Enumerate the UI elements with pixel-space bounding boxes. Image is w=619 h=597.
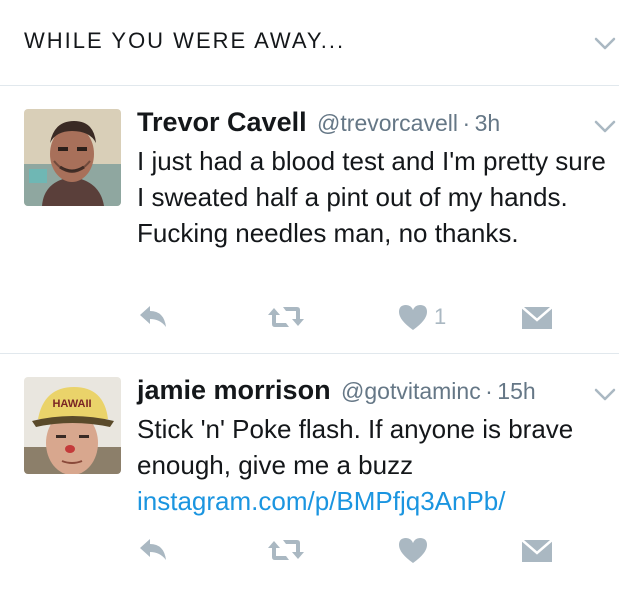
retweet-icon[interactable] (267, 535, 305, 565)
painted-portrait-avatar (24, 109, 121, 206)
chevron-down-icon[interactable] (594, 37, 616, 51)
separator-dot: · (485, 378, 493, 404)
retweet-icon[interactable] (267, 302, 305, 332)
tweet-text: Stick 'n' Poke flash. If anyone is brave… (137, 411, 607, 519)
tweet-header: jamie morrison @gotvitaminc · 15h (137, 375, 536, 406)
while-you-were-away-header: WHILE YOU WERE AWAY... (0, 0, 619, 86)
tweet-actions (137, 535, 557, 565)
tweet-text: I just had a blood test and I'm pretty s… (137, 146, 606, 248)
tweet-link[interactable]: instagram.com/p/BMPfjq3AnPb/ (137, 483, 607, 519)
like-count: 1 (434, 304, 447, 329)
chevron-down-icon[interactable] (594, 388, 616, 402)
timestamp[interactable]: 3h (475, 110, 501, 136)
avatar[interactable]: HAWAII (24, 377, 121, 474)
hawaii-cap-avatar: HAWAII (24, 377, 121, 474)
avatar[interactable] (24, 109, 121, 206)
heart-icon[interactable] (397, 535, 429, 565)
envelope-icon[interactable] (520, 302, 554, 332)
username[interactable]: @gotvitaminc (341, 378, 481, 404)
reply-icon[interactable] (137, 302, 169, 332)
reply-icon[interactable] (137, 535, 169, 565)
tweet-body: Stick 'n' Poke flash. If anyone is brave… (137, 414, 574, 480)
envelope-icon[interactable] (520, 535, 554, 565)
display-name[interactable]: Trevor Cavell (137, 107, 307, 137)
svg-text:HAWAII: HAWAII (52, 398, 91, 410)
heart-icon[interactable] (397, 302, 429, 332)
tweet-actions: 1 (137, 302, 557, 332)
timestamp[interactable]: 15h (497, 378, 535, 404)
chevron-down-icon[interactable] (594, 120, 616, 134)
display-name[interactable]: jamie morrison (137, 375, 331, 405)
tweet[interactable]: HAWAII jamie morrison @gotvitaminc · 15h… (0, 355, 619, 597)
username[interactable]: @trevorcavell (317, 110, 458, 136)
section-title: WHILE YOU WERE AWAY... (24, 28, 346, 53)
tweet-header: Trevor Cavell @trevorcavell · 3h (137, 107, 500, 138)
separator-dot: · (462, 110, 471, 136)
tweet[interactable]: Trevor Cavell @trevorcavell · 3h I just … (0, 87, 619, 354)
